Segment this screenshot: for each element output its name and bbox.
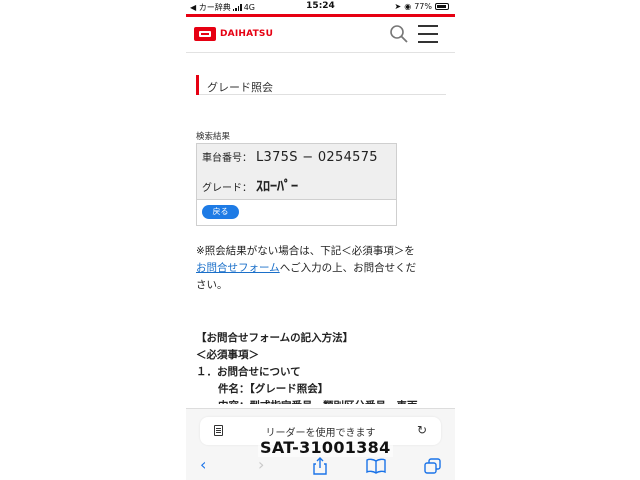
chassis-value: L375S − 0254575 — [256, 150, 378, 165]
location-arrow-icon: ➤ — [394, 2, 402, 11]
chassis-label: 車台番号： — [202, 153, 252, 164]
hamburger-menu-icon[interactable] — [418, 25, 438, 43]
battery-icon — [435, 3, 449, 10]
content-line: 内容：型式指定番号 類別区分番号 車両 — [196, 398, 446, 404]
instructions-heading: 【お問合せフォームの記入方法】 — [196, 332, 354, 344]
watermark-code: SAT-31001384 — [258, 438, 393, 457]
notice-line-1: ※照会結果がない場合は、下記＜必須事項＞を — [196, 245, 415, 257]
site-header: DAIHATSU — [186, 17, 455, 53]
notice-line-3: さい。 — [196, 279, 228, 291]
forward-icon[interactable]: › — [258, 455, 264, 474]
daihatsu-logo[interactable]: DAIHATSU — [194, 27, 273, 41]
results-box: 車台番号： L375S − 0254575 グレード： ｽﾛｰﾊﾟｰ 戻る — [196, 143, 397, 226]
tabs-icon[interactable] — [424, 458, 442, 474]
grade-row: グレード： ｽﾛｰﾊﾟｰ — [202, 176, 298, 196]
instruction-item-1: １．お問合せについて — [196, 366, 301, 378]
chassis-row: 車台番号： L375S − 0254575 — [202, 149, 378, 165]
phone-screen: ◀ カー辞典 4G 15:24 ➤ ◉ 77% DAIHATSU グレード照会 … — [186, 0, 455, 480]
results-label: 検索結果 — [196, 132, 231, 142]
brand-name: DAIHATSU — [220, 29, 274, 39]
contact-form-link[interactable]: お問合せフォーム — [196, 262, 280, 274]
section-accent-bar — [196, 75, 199, 95]
reader-available-text: リーダーを使用できます — [265, 428, 376, 439]
section-heading: グレード照会 — [196, 75, 446, 95]
form-instructions: 【お問合せフォームの記入方法】 ＜必須事項＞ １．お問合せについて 件名：【グレ… — [196, 330, 446, 404]
notice-line-2: へご入力の上、お問合せくだ — [279, 262, 417, 274]
back-icon[interactable]: ‹ — [200, 455, 206, 474]
required-heading: ＜必須事項＞ — [196, 349, 259, 361]
back-button[interactable]: 戻る — [202, 205, 239, 219]
status-bar: ◀ カー辞典 4G 15:24 ➤ ◉ 77% — [186, 0, 455, 14]
grade-value: ｽﾛｰﾊﾟｰ — [256, 179, 298, 195]
share-icon[interactable] — [312, 457, 328, 475]
grade-label: グレード： — [202, 183, 252, 194]
results-info: 車台番号： L375S − 0254575 グレード： ｽﾛｰﾊﾟｰ — [197, 144, 396, 200]
subject-line: 件名：【グレード照会】 — [218, 383, 329, 395]
search-icon[interactable] — [389, 24, 409, 44]
notice-text: ※照会結果がない場合は、下記＜必須事項＞を お問合せフォームへご入力の上、お問合… — [196, 243, 444, 294]
daihatsu-logo-icon — [194, 27, 216, 41]
bookmarks-icon[interactable] — [366, 458, 386, 474]
rotation-lock-icon: ◉ — [404, 2, 412, 11]
battery-percent: 77% — [414, 2, 432, 11]
section-title: グレード照会 — [207, 81, 273, 94]
reload-icon[interactable]: ↻ — [417, 423, 427, 437]
